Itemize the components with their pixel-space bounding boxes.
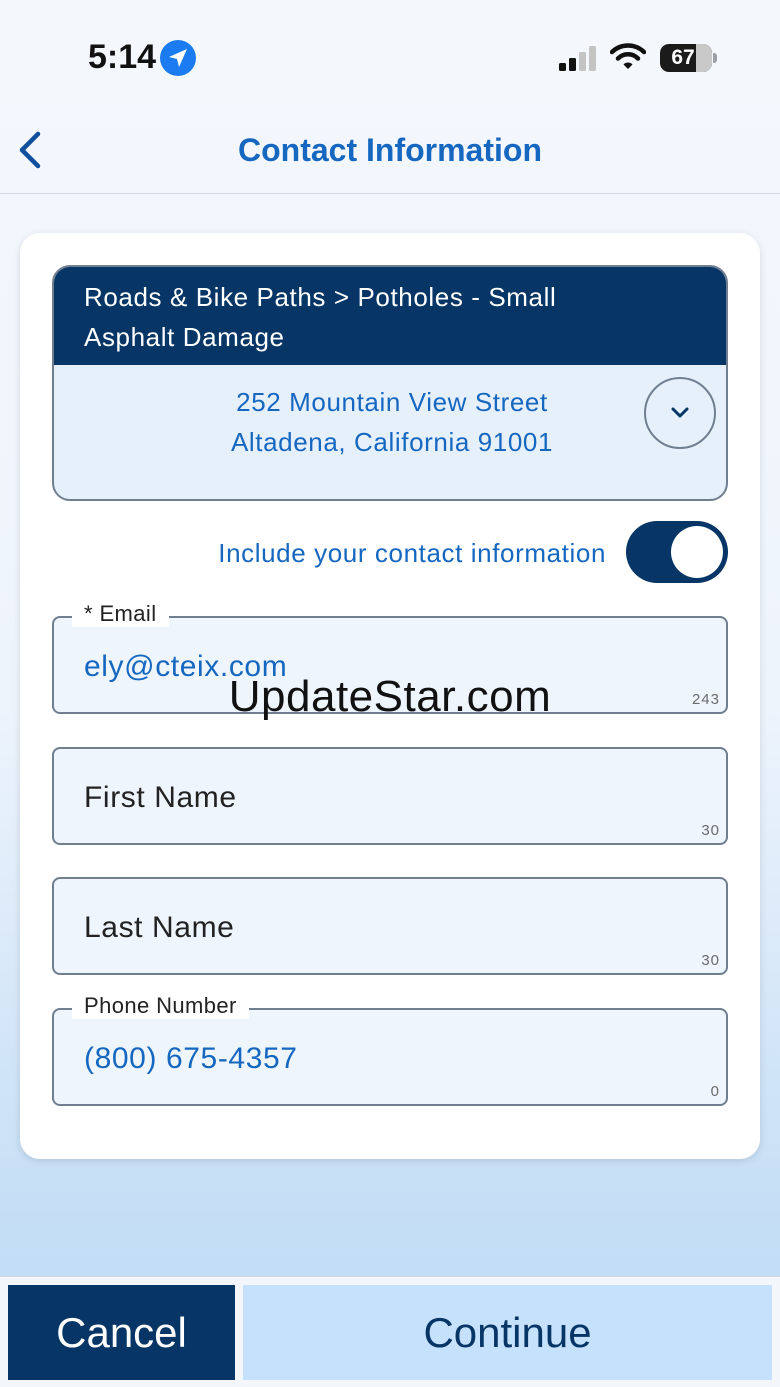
cellular-signal-icon [558, 46, 598, 77]
phone-counter: 0 [710, 1083, 720, 1100]
expand-button[interactable] [644, 377, 716, 449]
battery-icon: 67 [660, 44, 712, 72]
page-title: Contact Information [238, 132, 542, 168]
phone-value: (800) 675-4357 [84, 1042, 298, 1075]
contact-toggle-label: Include your contact information [218, 538, 606, 568]
category-line-2: Asphalt Damage [84, 322, 285, 352]
chevron-down-icon [671, 407, 689, 418]
wifi-icon [609, 42, 647, 77]
first-name-counter: 30 [701, 822, 720, 839]
last-name-placeholder: Last Name [84, 911, 235, 944]
cancel-button[interactable]: Cancel [8, 1285, 235, 1380]
phone-field[interactable]: Phone Number (800) 675-4357 0 [52, 993, 728, 1106]
contact-toggle-row: Include your contact information [52, 521, 728, 585]
first-name-placeholder: First Name [84, 781, 237, 814]
battery-tip [713, 53, 717, 63]
first-name-field[interactable]: First Name 30 [52, 747, 728, 845]
status-time: 5:14 [88, 38, 157, 76]
bottom-action-bar: Cancel Continue [0, 1276, 780, 1387]
nav-header: Contact Information [0, 110, 780, 194]
battery-percent: 67 [671, 46, 695, 69]
address-line-2: Altadena, California 91001 [230, 427, 554, 457]
last-name-field[interactable]: Last Name 30 [52, 877, 728, 975]
watermark: UpdateStar.com [228, 672, 552, 721]
phone-label: Phone Number [72, 993, 249, 1019]
location-arrow-icon [160, 40, 196, 76]
toggle-knob [671, 526, 723, 578]
request-category: Roads & Bike Paths > Potholes - Small As… [54, 267, 726, 365]
category-line-1: Roads & Bike Paths > Potholes - Small [84, 282, 557, 312]
continue-button[interactable]: Continue [243, 1285, 772, 1380]
address-line-1: 252 Mountain View Street [236, 387, 548, 417]
request-summary: Roads & Bike Paths > Potholes - Small As… [52, 265, 728, 501]
status-bar: 5:14 67 [0, 0, 780, 110]
last-name-counter: 30 [701, 952, 720, 969]
contact-info-toggle[interactable] [626, 521, 728, 583]
email-label: * Email [72, 601, 169, 627]
